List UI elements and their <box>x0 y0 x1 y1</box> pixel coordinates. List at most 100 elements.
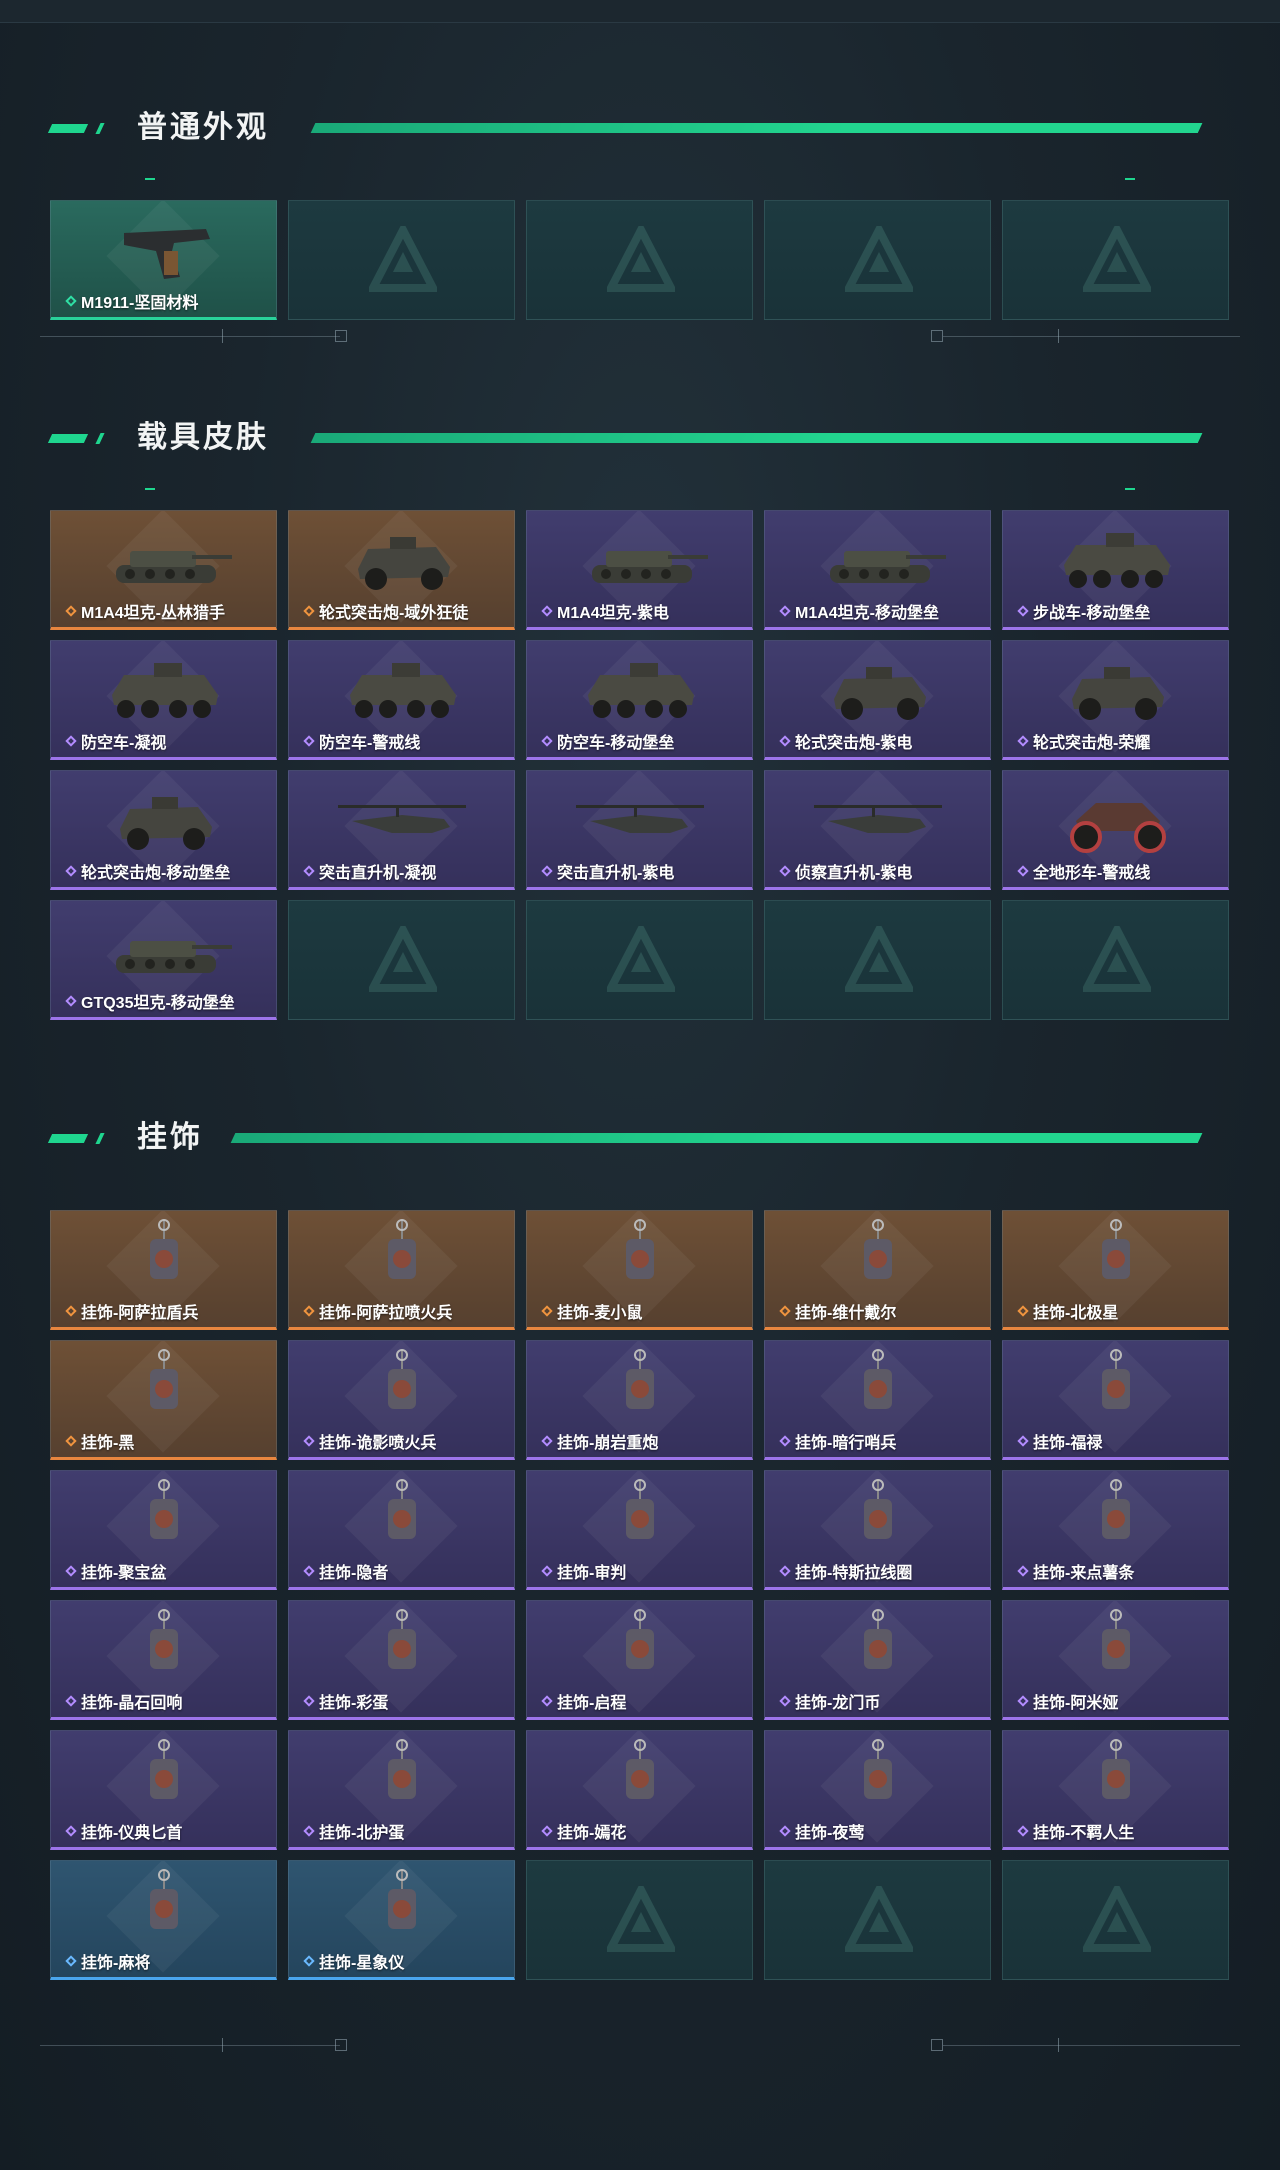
item-card[interactable]: 挂饰-审判 <box>526 1470 753 1590</box>
helicopter-icon <box>338 805 466 833</box>
bowl-charm-icon <box>150 1479 178 1539</box>
item-name: GTQ35坦克-移动堡垒 <box>81 995 235 1012</box>
divider-line <box>40 336 340 337</box>
item-card[interactable]: 侦察直升机-紫电 <box>764 770 991 890</box>
item-name: 突击直升机-凝视 <box>319 865 437 882</box>
rarity-diamond-icon <box>65 1695 77 1707</box>
item-card[interactable]: M1A4坦克-丛林猎手 <box>50 510 277 630</box>
item-card[interactable]: 挂饰-阿萨拉盾兵 <box>50 1210 277 1330</box>
item-card[interactable]: 挂饰-仪典匕首 <box>50 1730 277 1850</box>
item-label: 防空车-凝视 <box>65 729 166 753</box>
divider-box <box>335 2039 347 2051</box>
item-card[interactable]: 挂饰-维什戴尔 <box>764 1210 991 1330</box>
item-card[interactable]: 挂饰-福禄 <box>1002 1340 1229 1460</box>
item-card[interactable]: 挂饰-晶石回响 <box>50 1600 277 1720</box>
item-label: 轮式突击炮-域外狂徒 <box>303 599 468 623</box>
item-card[interactable]: 轮式突击炮-移动堡垒 <box>50 770 277 890</box>
item-card[interactable]: 挂饰-北极星 <box>1002 1210 1229 1330</box>
item-card[interactable]: 挂饰-龙门币 <box>764 1600 991 1720</box>
item-card[interactable]: 挂饰-崩岩重炮 <box>526 1340 753 1460</box>
dagger-charm-icon <box>150 1739 178 1799</box>
item-name: 挂饰-崩岩重炮 <box>557 1435 659 1452</box>
item-name: 挂饰-福禄 <box>1033 1435 1103 1452</box>
item-name: 挂饰-聚宝盆 <box>81 1565 167 1582</box>
rarity-diamond-icon <box>779 1565 791 1577</box>
apc-icon <box>588 663 694 718</box>
item-card[interactable]: 防空车-警戒线 <box>288 640 515 760</box>
item-card[interactable]: 挂饰-嫣花 <box>526 1730 753 1850</box>
item-label: 突击直升机-紫电 <box>541 859 674 883</box>
item-label: 挂饰-麻将 <box>65 1949 150 1973</box>
rarity-diamond-icon <box>65 1565 77 1577</box>
item-card[interactable]: 轮式突击炮-域外狂徒 <box>288 510 515 630</box>
rarity-diamond-icon <box>779 735 791 747</box>
item-card[interactable]: 挂饰-北护蛋 <box>288 1730 515 1850</box>
coil-charm-icon <box>864 1479 892 1539</box>
rarity-diamond-icon <box>65 295 77 307</box>
item-card[interactable]: 挂饰-彩蛋 <box>288 1600 515 1720</box>
item-card[interactable]: 挂饰-特斯拉线圈 <box>764 1470 991 1590</box>
item-name: 全地形车-警戒线 <box>1033 865 1151 882</box>
item-label: 挂饰-麦小鼠 <box>541 1299 642 1323</box>
apc-icon <box>1064 533 1170 588</box>
header-deco-tick <box>95 1133 105 1144</box>
item-card[interactable]: 防空车-凝视 <box>50 640 277 760</box>
item-card[interactable]: 挂饰-黑 <box>50 1340 277 1460</box>
rarity-diamond-icon <box>779 605 791 617</box>
item-card[interactable]: 挂饰-麦小鼠 <box>526 1210 753 1330</box>
item-card[interactable]: 挂饰-星象仪 <box>288 1860 515 1980</box>
empty-slot <box>526 900 753 1020</box>
item-label: 挂饰-聚宝盆 <box>65 1559 166 1583</box>
divider <box>0 2036 1280 2056</box>
orrery-charm-icon <box>388 1869 416 1929</box>
item-card[interactable]: 步战车-移动堡垒 <box>1002 510 1229 630</box>
item-label: 挂饰-嫣花 <box>541 1819 626 1843</box>
item-card[interactable]: 防空车-移动堡垒 <box>526 640 753 760</box>
item-label: 挂饰-北极星 <box>1017 1299 1118 1323</box>
item-label: 挂饰-特斯拉线圈 <box>779 1559 912 1583</box>
rarity-diamond-icon <box>65 605 77 617</box>
item-label: 挂饰-暗行哨兵 <box>779 1429 896 1453</box>
rarity-diamond-icon <box>1017 735 1029 747</box>
divider-tick <box>222 329 223 343</box>
item-card[interactable]: 挂饰-来点薯条 <box>1002 1470 1229 1590</box>
item-card[interactable]: 挂饰-诡影喷火兵 <box>288 1340 515 1460</box>
item-card[interactable]: 轮式突击炮-荣耀 <box>1002 640 1229 760</box>
header-sub-tick <box>1125 488 1135 490</box>
item-card[interactable]: 突击直升机-凝视 <box>288 770 515 890</box>
item-card[interactable]: 挂饰-聚宝盆 <box>50 1470 277 1590</box>
item-label: 挂饰-仪典匕首 <box>65 1819 182 1843</box>
item-card[interactable]: 挂饰-阿萨拉喷火兵 <box>288 1210 515 1330</box>
item-card[interactable]: 全地形车-警戒线 <box>1002 770 1229 890</box>
rarity-diamond-icon <box>541 1565 553 1577</box>
item-card[interactable]: 挂饰-不羁人生 <box>1002 1730 1229 1850</box>
item-card[interactable]: 挂饰-启程 <box>526 1600 753 1720</box>
item-card[interactable]: 挂饰-麻将 <box>50 1860 277 1980</box>
item-card[interactable]: 突击直升机-紫电 <box>526 770 753 890</box>
item-name: 步战车-移动堡垒 <box>1033 605 1151 622</box>
item-card[interactable]: 挂饰-隐者 <box>288 1470 515 1590</box>
rarity-diamond-icon <box>541 1695 553 1707</box>
item-card[interactable]: 挂饰-暗行哨兵 <box>764 1340 991 1460</box>
helicopter-icon <box>576 805 704 833</box>
rarity-diamond-icon <box>303 1825 315 1837</box>
section-header: 挂饰 <box>0 1118 1280 1158</box>
item-card[interactable]: GTQ35坦克-移动堡垒 <box>50 900 277 1020</box>
item-name: 挂饰-北极星 <box>1033 1305 1119 1322</box>
item-label: 轮式突击炮-荣耀 <box>1017 729 1150 753</box>
section-title: 普通外观 <box>137 111 269 144</box>
item-card[interactable]: M1911-坚固材料 <box>50 200 277 320</box>
empty-slot <box>1002 1860 1229 1980</box>
rarity-diamond-icon <box>65 865 77 877</box>
item-card[interactable]: 挂饰-阿米娅 <box>1002 1600 1229 1720</box>
item-name: 挂饰-麻将 <box>81 1955 151 1972</box>
item-card[interactable]: 挂饰-夜莺 <box>764 1730 991 1850</box>
item-name: 挂饰-北护蛋 <box>319 1825 405 1842</box>
item-card[interactable]: M1A4坦克-移动堡垒 <box>764 510 991 630</box>
rarity-diamond-icon <box>303 1695 315 1707</box>
atv-icon <box>1070 803 1166 853</box>
header-checker <box>1047 123 1203 133</box>
item-label: 挂饰-诡影喷火兵 <box>303 1429 436 1453</box>
item-card[interactable]: 轮式突击炮-紫电 <box>764 640 991 760</box>
item-card[interactable]: M1A4坦克-紫电 <box>526 510 753 630</box>
